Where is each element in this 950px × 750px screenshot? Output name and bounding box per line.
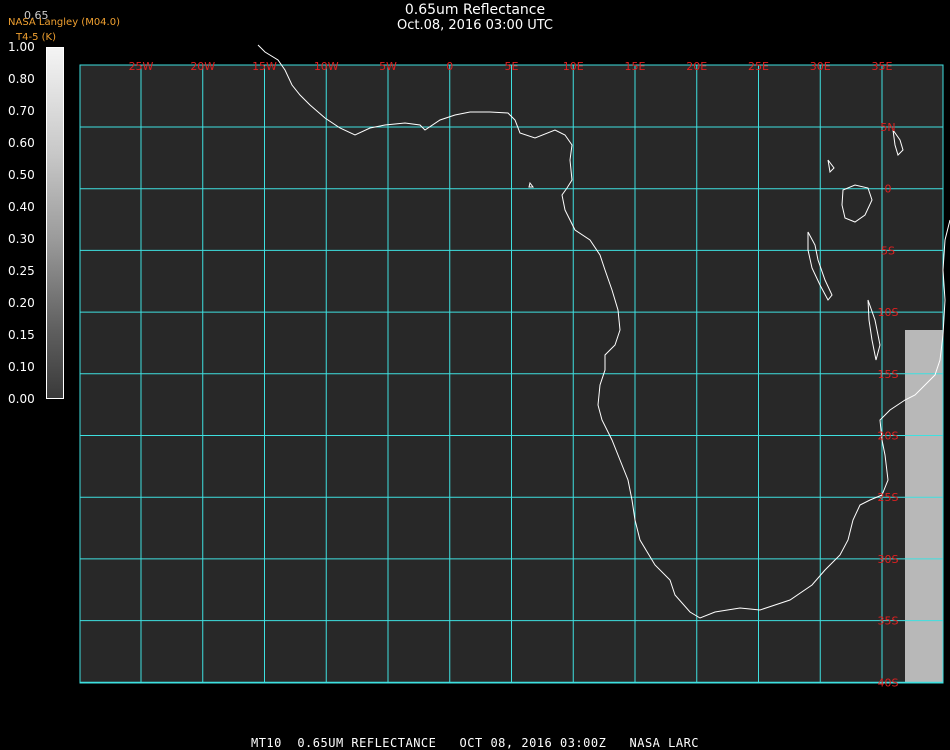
- latitude-label: 25S: [878, 491, 899, 504]
- longitude-label: 0: [446, 60, 453, 73]
- latitude-label: 5S: [881, 244, 895, 257]
- longitude-label: 15E: [625, 60, 646, 73]
- latitude-label: 40S: [878, 676, 899, 689]
- footer-caption: MT10 0.65UM REFLECTANCE OCT 08, 2016 03:…: [250, 736, 700, 750]
- latitude-label: 15S: [878, 368, 899, 381]
- latitude-label: 0: [885, 183, 892, 196]
- longitude-label: 20E: [686, 60, 707, 73]
- longitude-label: 35E: [872, 60, 893, 73]
- latitude-label: 10S: [878, 306, 899, 319]
- longitude-label: 10E: [563, 60, 584, 73]
- satellite-map: 25W 20W 15W 10W 5W 0 5E 10E 15E 20E 25E 30E 35E 5N 0 5…: [79, 44, 950, 689]
- longitude-label: 5E: [505, 60, 519, 73]
- latitude-label: 30S: [878, 553, 899, 566]
- latitude-label: 35S: [878, 615, 899, 628]
- longitude-label: 30E: [810, 60, 831, 73]
- longitude-label: 20W: [190, 60, 215, 73]
- latitude-label: 20S: [878, 430, 899, 443]
- satellite-swath: [905, 330, 943, 683]
- longitude-label: 15W: [252, 60, 277, 73]
- longitude-label: 5W: [379, 60, 397, 73]
- longitude-label: 25W: [129, 60, 154, 73]
- longitude-label: 25E: [748, 60, 769, 73]
- latitude-label: 5N: [880, 121, 895, 134]
- longitude-label: 10W: [314, 60, 339, 73]
